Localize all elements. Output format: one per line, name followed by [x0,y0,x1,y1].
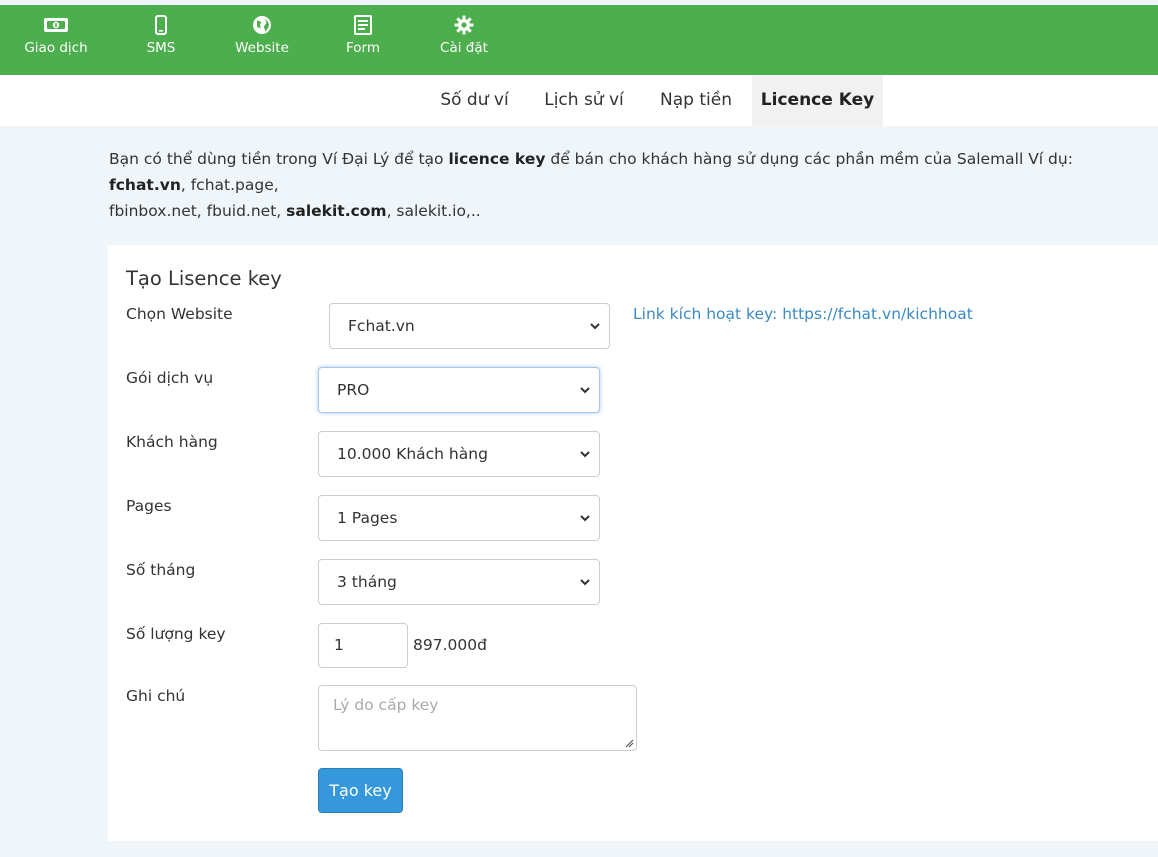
pages-select[interactable]: 1 Pages [318,495,600,541]
package-label: Gói dịch vụ [126,369,214,387]
gear-icon [419,15,509,37]
intro-text-part: để bán cho khách hàng sử dụng các phần m… [545,150,1073,168]
create-key-button[interactable]: Tạo key [318,768,403,813]
intro-bold: salekit.com [286,202,387,220]
customers-label: Khách hàng [126,433,218,451]
chevron-down-icon [580,387,590,394]
nav-item-sms[interactable]: SMS [116,15,206,56]
intro-text-part: fbinbox.net, fbuid.net, [109,202,287,220]
months-label: Số tháng [126,561,196,579]
nav-item-label: Cài đặt [440,40,488,56]
panel-title: Tạo Lisence key [126,267,282,290]
activation-link[interactable]: Link kích hoạt key: https://fchat.vn/kic… [633,305,973,323]
mobile-icon [116,15,206,37]
tab-so-du-vi[interactable]: Số dư ví [424,75,525,126]
customers-select[interactable]: 10.000 Khách hàng [318,431,600,477]
chevron-down-icon [590,323,600,330]
intro-text-part: , salekit.io,.. [386,202,481,220]
licence-key-panel: Tạo Lisence key Chọn Website Fchat.vn Li… [108,245,1158,841]
nav-item-cai-dat[interactable]: Cài đặt [419,15,509,56]
chevron-down-icon [580,579,590,586]
chevron-down-icon [580,515,590,522]
pages-select-value: 1 Pages [337,509,398,527]
intro-text-part: , fchat.page, [180,176,279,194]
package-select[interactable]: PRO [318,367,600,413]
intro-text: Bạn có thể dùng tiền trong Ví Đại Lý để … [109,146,1154,224]
nav-item-giao-dich[interactable]: Giao dịch [11,15,101,56]
website-select-value: Fchat.vn [348,317,415,335]
wallet-tabs: Số dư ví Lịch sử ví Nạp tiền Licence Key [0,75,1158,126]
intro-bold: fchat.vn [109,176,181,194]
tab-nap-tien[interactable]: Nạp tiền [643,75,749,126]
pages-label: Pages [126,497,172,515]
website-select[interactable]: Fchat.vn [329,303,610,349]
note-label: Ghi chú [126,687,186,705]
nav-item-label: Form [345,40,380,56]
months-select-value: 3 tháng [337,573,397,591]
tab-licence-key[interactable]: Licence Key [752,75,883,126]
intro-bold: licence key [448,150,546,168]
quantity-input[interactable]: 1 [318,623,408,668]
nav-item-label: Website [235,40,289,56]
nav-item-website[interactable]: Website [217,15,307,56]
website-label: Chọn Website [126,305,233,323]
quantity-label: Số lượng key [126,625,226,643]
note-placeholder: Lý do cấp key [333,696,439,714]
nav-item-label: SMS [146,40,176,56]
total-price: 897.000đ [413,636,487,654]
money-icon [11,15,101,37]
package-select-value: PRO [337,381,370,399]
nav-item-form[interactable]: Form [318,15,408,56]
intro-text-part: Bạn có thể dùng tiền trong Ví Đại Lý để … [109,150,449,168]
top-navbar: Giao dịch SMS Website Form Cài đặt [0,5,1158,75]
customers-select-value: 10.000 Khách hàng [337,445,488,463]
globe-icon [217,15,307,37]
months-select[interactable]: 3 tháng [318,559,600,605]
note-textarea[interactable]: Lý do cấp key [318,685,637,751]
tab-lich-su-vi[interactable]: Lịch sử ví [528,75,640,126]
nav-item-label: Giao dịch [24,40,88,56]
form-icon [318,15,408,37]
resize-handle-icon[interactable] [624,738,634,748]
chevron-down-icon [580,451,590,458]
